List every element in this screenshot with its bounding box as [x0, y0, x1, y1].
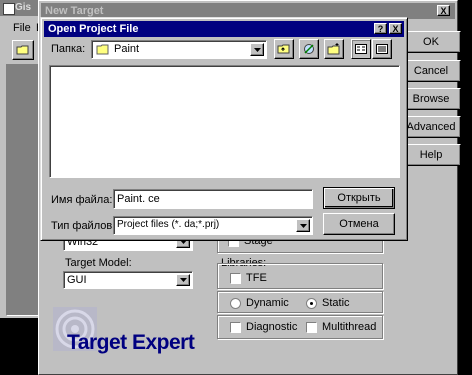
- advanced-button[interactable]: Advanced: [401, 116, 461, 138]
- help-button[interactable]: Help: [401, 144, 461, 166]
- static-radio-dot: [310, 302, 313, 305]
- menu-file[interactable]: File: [13, 22, 31, 34]
- desktop-icon: [304, 44, 314, 54]
- folder-combobox[interactable]: Paint: [91, 40, 267, 59]
- details-view-button[interactable]: [372, 39, 392, 59]
- static-radio[interactable]: [306, 298, 317, 309]
- target-model-arrow[interactable]: [176, 274, 190, 286]
- new-folder-icon: [327, 43, 340, 55]
- tfe-checkbox[interactable]: [230, 273, 241, 284]
- folder-label: Папка:: [51, 43, 86, 55]
- libraries-group: TFE: [217, 263, 383, 289]
- dynamic-label: Dynamic: [246, 297, 289, 309]
- folder-value: Paint: [114, 43, 140, 55]
- up-one-level-button[interactable]: [274, 39, 294, 59]
- folder-combobox-arrow[interactable]: [250, 43, 264, 56]
- filename-label: Имя файла:: [51, 194, 113, 206]
- diagnostic-checkbox[interactable]: [230, 322, 241, 333]
- ok-button[interactable]: OK: [401, 31, 461, 53]
- list-view-button[interactable]: [351, 39, 371, 59]
- background-app-window: Gis File E: [0, 0, 43, 318]
- new-target-title: New Target: [45, 5, 104, 17]
- cancel-button[interactable]: Cancel: [401, 60, 461, 82]
- cancel-open-button[interactable]: Отмена: [323, 213, 395, 235]
- new-target-close-button[interactable]: X: [437, 5, 450, 16]
- open-dialog-help-button[interactable]: ?: [374, 23, 387, 34]
- up-folder-icon: [277, 44, 290, 54]
- target-expert-logo: Target Expert: [53, 307, 203, 363]
- folder-icon: [96, 44, 109, 55]
- filename-input[interactable]: Paint. ce: [113, 189, 313, 209]
- toolbar-open-button[interactable]: [12, 40, 34, 60]
- file-list[interactable]: [49, 65, 400, 178]
- chevron-down-icon: [299, 223, 307, 228]
- diagnostic-label: Diagnostic: [246, 321, 298, 333]
- chevron-down-icon: [179, 278, 187, 282]
- open-project-dialog: Open Project File ? X Папка: Paint Имя ф…: [40, 17, 408, 241]
- desktop-button[interactable]: [299, 39, 319, 59]
- ok-label: OK: [423, 36, 439, 48]
- folder-icon: [16, 45, 29, 55]
- advanced-label: Advanced: [406, 121, 456, 133]
- tfe-label: TFE: [246, 272, 267, 284]
- multithread-label: Multithread: [322, 321, 377, 333]
- app-icon: [3, 3, 15, 15]
- target-model-label: Target Model:: [65, 257, 132, 269]
- filename-value: Paint. ce: [117, 193, 160, 205]
- open-button-label: Открыть: [337, 192, 381, 204]
- multithread-checkbox[interactable]: [306, 322, 317, 333]
- filetype-combobox-arrow[interactable]: [296, 219, 310, 232]
- open-dialog-titlebar: Open Project File ? X: [44, 21, 404, 37]
- filetype-combobox[interactable]: Project files (*. da;*.prj): [113, 216, 313, 235]
- new-folder-button[interactable]: [324, 39, 344, 59]
- background-app-workspace: [6, 64, 42, 316]
- chevron-down-icon: [253, 47, 261, 52]
- browse-label: Browse: [412, 93, 450, 105]
- cancel-label: Cancel: [413, 65, 449, 77]
- background-app-titlebar: Gis: [0, 0, 42, 16]
- linkage-group: Dynamic Static: [217, 291, 383, 313]
- background-app-title: Gis: [15, 2, 32, 13]
- open-dialog-title: Open Project File: [48, 23, 139, 35]
- browse-button[interactable]: Browse: [401, 88, 461, 110]
- target-model-value: GUI: [67, 274, 87, 286]
- help-label: Help: [419, 149, 443, 161]
- filetype-value: Project files (*. da;*.prj): [117, 219, 220, 230]
- details-view-icon: [376, 44, 388, 54]
- filetype-label: Тип файлов:: [51, 220, 116, 232]
- open-button[interactable]: Открыть: [323, 187, 395, 209]
- cancel-open-label: Отмена: [339, 218, 379, 230]
- target-model-combobox[interactable]: GUI: [63, 271, 193, 289]
- list-view-icon: [355, 44, 367, 54]
- static-label: Static: [322, 297, 350, 309]
- options-group: Diagnostic Multithread: [217, 315, 383, 339]
- brand-text: Target Expert: [67, 331, 195, 354]
- dynamic-radio[interactable]: [230, 298, 241, 309]
- open-dialog-close-button[interactable]: X: [389, 23, 402, 34]
